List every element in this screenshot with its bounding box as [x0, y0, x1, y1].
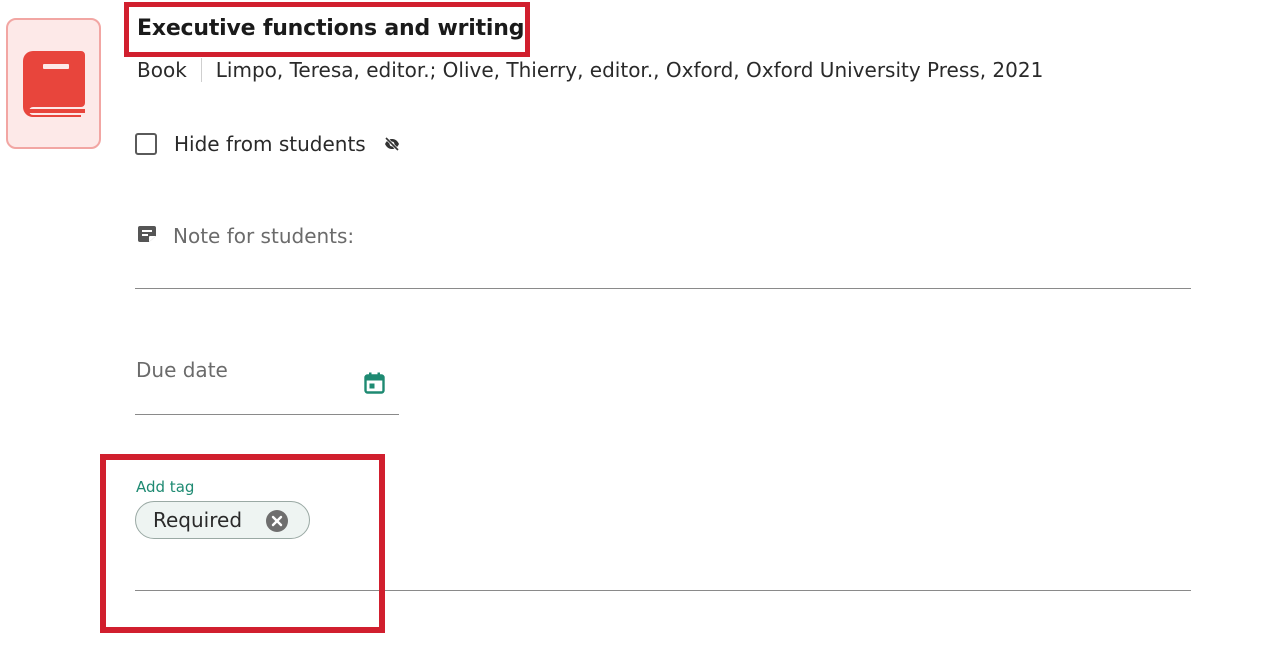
note-for-students-field[interactable]: Note for students: [137, 224, 354, 248]
hide-from-students-checkbox[interactable] [135, 133, 157, 155]
item-citation: Limpo, Teresa, editor.; Olive, Thierry, … [215, 58, 1044, 82]
due-date-underline [135, 414, 399, 415]
item-metadata: Book Limpo, Teresa, editor.; Olive, Thie… [137, 58, 1043, 82]
hide-from-students-label[interactable]: Hide from students [174, 132, 366, 156]
meta-separator [200, 58, 202, 82]
calendar-icon[interactable] [364, 372, 385, 394]
hide-from-students-row[interactable]: Hide from students [135, 132, 400, 156]
book-icon [23, 51, 85, 117]
eye-off-icon [384, 137, 400, 151]
reading-item-editor: Executive functions and writing Book Lim… [0, 0, 1280, 652]
tag-highlight-box [100, 454, 385, 633]
note-icon [137, 225, 157, 247]
title-highlight-box [124, 2, 530, 57]
due-date-label[interactable]: Due date [136, 358, 228, 382]
note-underline [135, 288, 1191, 289]
item-type: Book [137, 58, 187, 82]
note-for-students-label: Note for students: [173, 224, 355, 248]
book-thumbnail [6, 18, 101, 149]
